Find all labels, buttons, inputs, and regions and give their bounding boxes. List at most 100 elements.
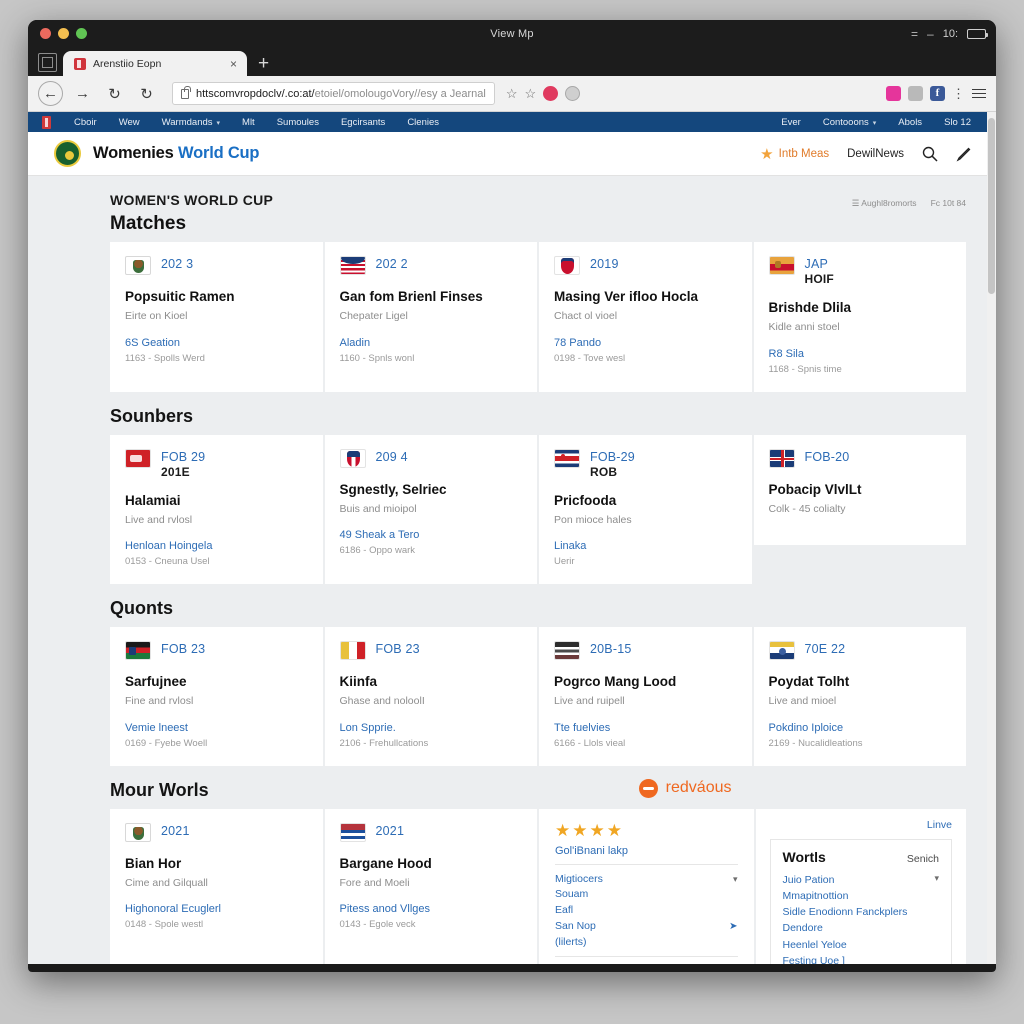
forward-button[interactable]: →: [70, 81, 95, 106]
search-icon[interactable]: [922, 146, 938, 162]
match-card[interactable]: JAP HOIF Brishde Dlila Kidle anni stoel …: [753, 242, 966, 392]
nav-right-item-1[interactable]: Contooons ▾: [812, 117, 887, 128]
page-scrollbar-track[interactable]: [987, 112, 996, 972]
promo-banner[interactable]: redváous: [638, 771, 732, 804]
minimize-icon[interactable]: –: [927, 28, 934, 40]
match-card[interactable]: FOB 23 Sarfujnee Fine and rvlosl Vemie l…: [110, 627, 323, 766]
nav-item-3[interactable]: Mlt: [231, 117, 266, 128]
extension-gray-icon[interactable]: [565, 86, 581, 101]
panel-row[interactable]: San Nop ➤: [555, 919, 738, 935]
card-link[interactable]: Vemie lneest: [125, 722, 308, 736]
card-link[interactable]: Tte fuelvies: [554, 722, 737, 736]
card-link[interactable]: 49 Sheak a Tero: [340, 529, 523, 543]
back-button[interactable]: ←: [38, 81, 63, 106]
worlds-panel: Linve Wortls Senich Juio Pation ▾ Mmapitn…: [755, 808, 966, 972]
worlds-row[interactable]: Heenlel Yeloe: [783, 937, 940, 953]
match-card[interactable]: 70E 22 Poydat Tolht Live and mioel Pokdi…: [753, 627, 966, 766]
arrow-right-icon[interactable]: ➤: [729, 919, 737, 934]
new-tab-button[interactable]: +: [258, 54, 269, 73]
card-badges: 209 4: [376, 449, 408, 464]
nav-item-6[interactable]: Clenies: [396, 117, 450, 128]
match-card[interactable]: FOB-20 Pobacip VlvlLt Colk - 45 colialty: [753, 434, 966, 546]
worlds-panel-link[interactable]: Linve: [927, 819, 952, 831]
nav-item-4[interactable]: Sumoules: [266, 117, 330, 128]
match-card[interactable]: FOB 29 201E Halamiai Live and rvlosl Hen…: [110, 434, 323, 585]
match-card[interactable]: 2021 Bian Hor Cime and Gilquall Highonor…: [110, 808, 323, 972]
bookmark-star-icon[interactable]: ☆: [506, 86, 518, 102]
match-card[interactable]: FOB-29 ROB Pricfooda Pon mioce hales Lin…: [539, 434, 752, 585]
extension-gray-box-icon[interactable]: [908, 86, 923, 101]
card-title: Halamiai: [125, 492, 181, 508]
facebook-icon[interactable]: f: [930, 86, 945, 101]
card-subtitle: Pon mioce hales: [554, 513, 632, 526]
card-link[interactable]: Lon Spprie.: [340, 722, 523, 736]
panel-row[interactable]: Eafl: [555, 903, 738, 919]
bookmark-star-outline-icon[interactable]: ☆: [524, 86, 536, 102]
extension-pink-icon[interactable]: [886, 86, 901, 101]
flag-icon: [125, 256, 151, 276]
worlds-row[interactable]: Juio Pation ▾: [783, 872, 940, 888]
card-meta: 1163 - Spolls Werd: [125, 352, 205, 364]
extension-red-icon[interactable]: [543, 86, 559, 101]
star-rating[interactable]: ★★★★: [555, 822, 738, 839]
favorites-button[interactable]: ★ Intb Meas: [760, 145, 829, 163]
match-card[interactable]: 2019 Masing Ver ifloo Hocla Chact ol vio…: [539, 242, 752, 392]
worlds-box-header: Wortls Senich: [783, 849, 940, 865]
nav-right-item-2[interactable]: Abols: [887, 117, 933, 128]
nav-right-item-0[interactable]: Ever: [770, 117, 812, 128]
reload-alt-button[interactable]: ↻: [134, 81, 159, 106]
worlds-row[interactable]: Sidle Enodionn Fanckplers: [783, 904, 940, 920]
chevron-down-icon[interactable]: ▾: [934, 872, 939, 888]
card-link[interactable]: Highonoral Ecuglerl: [125, 903, 308, 917]
card-link[interactable]: 6S Geation: [125, 337, 308, 351]
match-card[interactable]: 202 2 Gan fom Brienl Finses Chepater Lig…: [324, 242, 537, 392]
card-badges: 202 3: [161, 256, 193, 271]
card-link[interactable]: Henloan Hoingela: [125, 540, 308, 554]
nav-right-item-3[interactable]: Slo 12: [933, 117, 982, 128]
favorites-label: Intb Meas: [778, 147, 830, 160]
card-link[interactable]: 78 Pando: [554, 337, 737, 351]
match-card[interactable]: 202 3 Popsuitic Ramen Eirte on Kioel 6S …: [110, 242, 323, 392]
reload-button[interactable]: ↻: [102, 81, 127, 106]
browser-tab[interactable]: Arenstiio Eopn ×: [63, 51, 247, 76]
chevron-down-icon[interactable]: ▾: [733, 873, 738, 887]
nav-item-1[interactable]: Wew: [108, 117, 151, 128]
ratings-panel-link[interactable]: Gol'iBnani lakp: [555, 845, 738, 857]
news-link[interactable]: DewilNews: [847, 148, 904, 160]
site-brand-title[interactable]: Womenies World Cup: [93, 144, 260, 163]
nav-item-5[interactable]: Egcirsants: [330, 117, 396, 128]
worlds-row[interactable]: Dendore: [783, 920, 940, 936]
page-scrollbar-thumb[interactable]: [988, 118, 995, 294]
card-subtitle: Kidle anni stoel: [768, 321, 840, 334]
card-link[interactable]: Pokdino Iploice: [769, 722, 952, 736]
address-bar[interactable]: httscomvropdoclv/.co:at/etoiel/omolougoV…: [172, 82, 495, 105]
match-card[interactable]: 209 4 Sgnestly, Selriec Buis and mioipol…: [324, 434, 537, 585]
match-card[interactable]: 2021 Bargane Hood Fore and Moeli Pitess …: [324, 808, 537, 972]
close-tab-button[interactable]: ×: [228, 58, 239, 70]
panel-row[interactable]: Souam: [555, 887, 738, 903]
card-subtitle: Fore and Moeli: [339, 876, 410, 889]
nav-item-0[interactable]: Cboir: [63, 117, 108, 128]
worlds-row[interactable]: Mmapitnottion: [783, 888, 940, 904]
card-link[interactable]: Aladin: [340, 337, 523, 351]
tab-search-button[interactable]: [38, 53, 57, 72]
window-status-area: = – 10:: [911, 28, 988, 40]
panel-row[interactable]: (lilerts): [555, 935, 738, 951]
card-badges: 20B-15: [590, 641, 632, 656]
card-link[interactable]: Linaka: [554, 540, 737, 554]
panel-row-label: (lilerts): [555, 935, 587, 948]
card-header: FOB 23: [339, 641, 523, 661]
site-logo-icon[interactable]: [54, 140, 81, 167]
worlds-box-action[interactable]: Senich: [907, 853, 939, 865]
page-content-scroll-area[interactable]: WOMEN'S WORLD CUP Matches ☰ Aughl8romort…: [28, 176, 996, 972]
pencil-icon[interactable]: [956, 146, 972, 162]
match-card[interactable]: 20B-15 Pogrco Mang Lood Live and ruipell…: [539, 627, 752, 766]
hamburger-menu-icon[interactable]: [972, 88, 986, 99]
panel-row[interactable]: Migtiocers ▾: [555, 872, 738, 888]
kebab-menu-icon[interactable]: ⋮: [952, 87, 965, 100]
nav-item-2[interactable]: Warmdands ▾: [151, 117, 231, 128]
card-link[interactable]: Pitess anod Vllges: [340, 903, 523, 917]
match-card[interactable]: FOB 23 Kiinfa Ghase and noloolI Lon Sppr…: [324, 627, 537, 766]
card-link[interactable]: R8 Sila: [769, 348, 952, 362]
flag-icon: [768, 256, 795, 276]
